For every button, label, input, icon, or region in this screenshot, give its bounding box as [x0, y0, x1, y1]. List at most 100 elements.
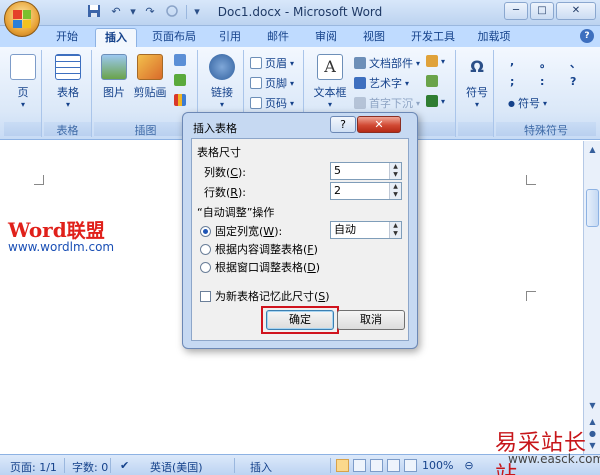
footer-label: 页脚 — [265, 77, 287, 90]
columns-spinner[interactable]: 5 ▲ ▼ — [330, 162, 402, 180]
scroll-down-icon[interactable]: ▼ — [586, 399, 599, 412]
web-layout-icon[interactable] — [370, 459, 383, 472]
scroll-up-icon[interactable]: ▲ — [586, 143, 599, 156]
autofit-window-label: 根据窗口调整表格(D) — [215, 261, 321, 274]
tab-review[interactable]: 审阅 — [306, 28, 346, 47]
columns-down-icon[interactable]: ▼ — [390, 171, 401, 179]
crop-mark-tl — [34, 175, 44, 185]
fixed-width-label: 固定列宽(W): — [215, 225, 283, 238]
symbol-colon[interactable]: : — [540, 75, 544, 88]
dialog-close-button[interactable]: ✕ — [357, 116, 401, 133]
picture-button[interactable]: 图片 — [98, 54, 130, 100]
link-icon — [209, 54, 235, 80]
rows-spinner[interactable]: 2 ▲ ▼ — [330, 182, 402, 200]
status-zoom[interactable]: 100% — [422, 459, 453, 472]
remember-size-label: 为新表格记忆此尺寸(S) — [215, 290, 330, 303]
symbol-period[interactable]: 。 — [540, 55, 551, 71]
cancel-button[interactable]: 取消 — [337, 310, 405, 330]
textbox-label: 文本框 — [313, 86, 347, 99]
rows-down-icon[interactable]: ▼ — [390, 191, 401, 199]
tab-addins[interactable]: 加载项 — [468, 28, 520, 47]
shapes-button[interactable] — [174, 54, 186, 66]
print-layout-icon[interactable] — [336, 459, 349, 472]
status-page[interactable]: 页面: 1/1 — [10, 459, 57, 475]
symbol-button[interactable]: Ω 符号 ▾ — [462, 54, 492, 109]
dropcap-label: 首字下沉 — [369, 97, 413, 110]
columns-value[interactable]: 5 — [331, 163, 389, 179]
scroll-thumb[interactable] — [586, 189, 599, 227]
status-words[interactable]: 字数: 0 — [72, 459, 108, 475]
quickparts-button[interactable]: 文档部件 ▾ — [354, 55, 420, 71]
proofing-icon[interactable]: ✔ — [120, 459, 129, 472]
full-screen-reading-icon[interactable] — [353, 459, 366, 472]
outline-view-icon[interactable] — [387, 459, 400, 472]
textbox-button[interactable]: A 文本框 ▾ — [310, 54, 350, 109]
dialog-help-button[interactable]: ? — [330, 116, 356, 133]
fixed-width-down-icon[interactable]: ▼ — [390, 230, 401, 238]
remember-size-checkbox[interactable]: 为新表格记忆此尺寸(S) — [200, 288, 330, 304]
fixed-width-up-icon[interactable]: ▲ — [390, 222, 401, 230]
smartart-button[interactable] — [174, 74, 186, 86]
draft-view-icon[interactable] — [404, 459, 417, 472]
tab-references[interactable]: 引用 — [210, 28, 250, 47]
links-button[interactable]: 链接 ▾ — [206, 54, 238, 109]
columns-label: 列数(C): — [204, 166, 246, 179]
page-icon — [10, 54, 36, 80]
maximize-button[interactable]: □ — [530, 2, 554, 20]
wordart-button[interactable]: 艺术字 ▾ — [354, 75, 409, 91]
fixed-width-radio[interactable]: 固定列宽(W): — [200, 223, 282, 239]
wordart-icon — [354, 77, 366, 89]
page-number-label: 页码 — [265, 97, 287, 110]
fixed-width-value[interactable]: 自动 — [331, 222, 389, 238]
page-number-button[interactable]: 页码 ▾ — [250, 95, 294, 111]
office-button[interactable] — [4, 1, 40, 37]
fixed-width-spinner[interactable]: 自动 ▲ ▼ — [330, 221, 402, 239]
group-symbols: Ω 符号 ▾ — [458, 50, 494, 137]
quickparts-icon — [354, 57, 366, 69]
picture-label: 图片 — [103, 86, 125, 99]
tab-view[interactable]: 视图 — [354, 28, 394, 47]
footer-button[interactable]: 页脚 ▾ — [250, 75, 294, 91]
tab-developer[interactable]: 开发工具 — [402, 28, 464, 47]
dropcap-button[interactable]: 首字下沉 ▾ — [354, 95, 420, 111]
datetime-button[interactable] — [426, 75, 438, 87]
signature-button[interactable]: ▾ — [426, 55, 445, 67]
autofit-content-label: 根据内容调整表格(F) — [215, 243, 318, 256]
group-label-tables: 表格 — [44, 122, 91, 137]
radio-icon — [200, 243, 211, 255]
status-separator — [110, 458, 111, 473]
status-separator — [330, 458, 331, 473]
zoom-out-icon[interactable]: ⊖ — [462, 459, 476, 472]
object-icon — [426, 95, 438, 107]
symbol-question[interactable]: ? — [570, 75, 576, 88]
rows-up-icon[interactable]: ▲ — [390, 183, 401, 191]
status-insert-mode[interactable]: 插入 — [250, 459, 272, 475]
tab-insert[interactable]: 插入 — [95, 28, 137, 47]
tab-page-layout[interactable]: 页面布局 — [143, 28, 205, 47]
autofit-window-radio[interactable]: 根据窗口调整表格(D) — [200, 259, 320, 275]
symbol-comma[interactable]: , — [510, 55, 514, 68]
status-language[interactable]: 英语(美国) — [150, 459, 203, 475]
signature-icon — [426, 55, 438, 67]
tab-mailings[interactable]: 邮件 — [258, 28, 298, 47]
tab-home[interactable]: 开始 — [47, 28, 87, 47]
symbol-semicolon[interactable]: ; — [510, 75, 514, 88]
pages-button[interactable]: 页 ▾ — [8, 54, 38, 109]
chart-button[interactable] — [174, 94, 186, 106]
object-button[interactable]: ▾ — [426, 95, 445, 107]
clipart-button[interactable]: 剪贴画 — [132, 54, 168, 100]
crop-mark-tr — [526, 175, 536, 185]
rows-value[interactable]: 2 — [331, 183, 389, 199]
minimize-button[interactable]: ─ — [504, 2, 528, 20]
more-symbols-button[interactable]: ● 符号 ▾ — [508, 95, 547, 111]
links-label: 链接 — [211, 86, 233, 99]
symbol-pause[interactable]: 、 — [570, 55, 581, 71]
vertical-scrollbar[interactable]: ▲ ▼ ▲ ● ▼ — [583, 141, 600, 454]
watermark-url: www.easck.com — [508, 452, 600, 466]
help-icon[interactable]: ? — [580, 29, 594, 43]
columns-up-icon[interactable]: ▲ — [390, 163, 401, 171]
table-button[interactable]: 表格 ▾ — [50, 54, 86, 109]
autofit-content-radio[interactable]: 根据内容调整表格(F) — [200, 241, 318, 257]
header-button[interactable]: 页眉 ▾ — [250, 55, 294, 71]
close-button[interactable]: ✕ — [556, 2, 596, 20]
